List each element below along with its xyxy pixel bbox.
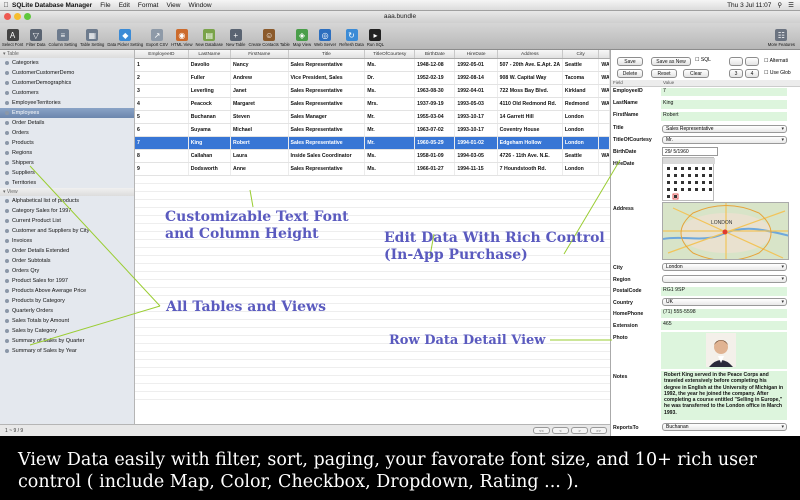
clock[interactable]: Thu 3 Jul 11:07 bbox=[727, 2, 771, 9]
toolbar-label: Data Picker Setting bbox=[107, 42, 144, 47]
toolbar-export-csv-button[interactable]: ↗ Export CSV bbox=[146, 29, 168, 47]
toolbar-select-font-button[interactable]: A Select Font bbox=[2, 29, 23, 47]
table-icon: ▦ bbox=[86, 29, 99, 41]
toolbar-html-view-button[interactable]: ◉ HTML View bbox=[171, 29, 193, 47]
picker-icon: ◆ bbox=[119, 29, 132, 41]
more-features-icon: ☷ bbox=[775, 29, 788, 41]
toolbar-label: Map View bbox=[292, 42, 312, 47]
close-window-button[interactable] bbox=[4, 13, 11, 20]
toolbar-web-server-button[interactable]: ◎ Web Server bbox=[314, 29, 336, 47]
filter-icon: ▽ bbox=[29, 29, 42, 41]
toolbar-label: New Database bbox=[195, 42, 223, 47]
database-icon: ▤ bbox=[203, 29, 216, 41]
toolbar-map-view-button[interactable]: ◈ Map View bbox=[293, 29, 311, 47]
menu-format[interactable]: Format bbox=[138, 2, 159, 9]
toolbar-data-picker-setting-button[interactable]: ◆ Data Picker Setting bbox=[107, 29, 143, 47]
apple-icon[interactable]:  bbox=[0, 2, 12, 9]
callout-font-2: and Column Height bbox=[165, 226, 319, 242]
toolbar-label: Filter Data bbox=[26, 42, 46, 47]
menu-bar:  SQLite Database Manager File Edit Form… bbox=[0, 0, 800, 11]
callout-detail: Row Data Detail View bbox=[389, 333, 546, 348]
toolbar-label: Export CSV bbox=[146, 42, 169, 47]
toolbar-run-sql-button[interactable]: ▸ Run SQL bbox=[367, 29, 384, 47]
toolbar-new-database-button[interactable]: ▤ New Database bbox=[196, 29, 223, 47]
minimize-window-button[interactable] bbox=[14, 13, 21, 20]
toolbar-filter-data-button[interactable]: ▽ Filter Data bbox=[26, 29, 46, 47]
title-bar: aaa.bundle bbox=[0, 11, 800, 23]
app-window: aaa.bundle A Select Font ▽ Filter Data ≡ Colu… bbox=[0, 11, 800, 436]
toolbar-table-setting-button[interactable]: ▦ Table Setting bbox=[80, 29, 104, 47]
toolbar-create-contacts-table-button[interactable]: ☺ Create Contacts Table bbox=[248, 29, 290, 47]
toolbar-label: HTML View bbox=[171, 42, 193, 47]
app-menu[interactable]: SQLite Database Manager bbox=[12, 2, 92, 9]
list-icon[interactable]: ☰ bbox=[788, 1, 794, 9]
toolbar-new-table-button[interactable]: + New Table bbox=[226, 29, 245, 47]
toolbar-label: Column Setting bbox=[48, 42, 78, 47]
zoom-window-button[interactable] bbox=[24, 13, 31, 20]
html-icon: ◉ bbox=[175, 29, 188, 41]
more-features-button[interactable]: ☷ More Features bbox=[768, 29, 795, 47]
new-table-icon: + bbox=[229, 29, 242, 41]
columns-icon: ≡ bbox=[56, 29, 69, 41]
promo-caption: View Data easily with filter, sort, pagi… bbox=[0, 436, 800, 500]
toolbar-label: Web Server bbox=[314, 42, 337, 47]
menu-view[interactable]: View bbox=[166, 2, 180, 9]
toolbar-label: Create Contacts Table bbox=[248, 42, 290, 47]
callout-rich: Edit Data With Rich Control bbox=[384, 230, 605, 246]
toolbar-label: Table Setting bbox=[80, 42, 105, 47]
menu-window[interactable]: Window bbox=[188, 2, 211, 9]
export-icon: ↗ bbox=[151, 29, 164, 41]
toolbar-label: Refresh Data bbox=[339, 42, 364, 47]
toolbar-column-setting-button[interactable]: ≡ Column Setting bbox=[48, 29, 78, 47]
more-features-label: More Features bbox=[767, 42, 795, 47]
callout-font: Customizable Text Font bbox=[165, 209, 349, 225]
menu-edit[interactable]: Edit bbox=[119, 2, 130, 9]
font-icon: A bbox=[6, 29, 19, 41]
toolbar: A Select Font ▽ Filter Data ≡ Column Setting ▦… bbox=[0, 23, 800, 50]
spotlight-icon[interactable]: ⚲ bbox=[777, 1, 782, 9]
refresh-icon: ↻ bbox=[345, 29, 358, 41]
toolbar-label: Select Font bbox=[2, 42, 24, 47]
toolbar-label: Run SQL bbox=[366, 42, 385, 47]
globe-icon: ◎ bbox=[319, 29, 332, 41]
menu-file[interactable]: File bbox=[100, 2, 110, 9]
map-icon: ◈ bbox=[296, 29, 308, 41]
callout-tables: All Tables and Views bbox=[166, 299, 326, 315]
contacts-icon: ☺ bbox=[263, 29, 276, 41]
toolbar-label: New Table bbox=[226, 42, 246, 47]
toolbar-refresh-data-button[interactable]: ↻ Refresh Data bbox=[339, 29, 364, 47]
sql-icon: ▸ bbox=[369, 29, 382, 41]
window-title: aaa.bundle bbox=[383, 13, 417, 20]
callout-rich-2: (In-App Purchase) bbox=[384, 247, 528, 263]
